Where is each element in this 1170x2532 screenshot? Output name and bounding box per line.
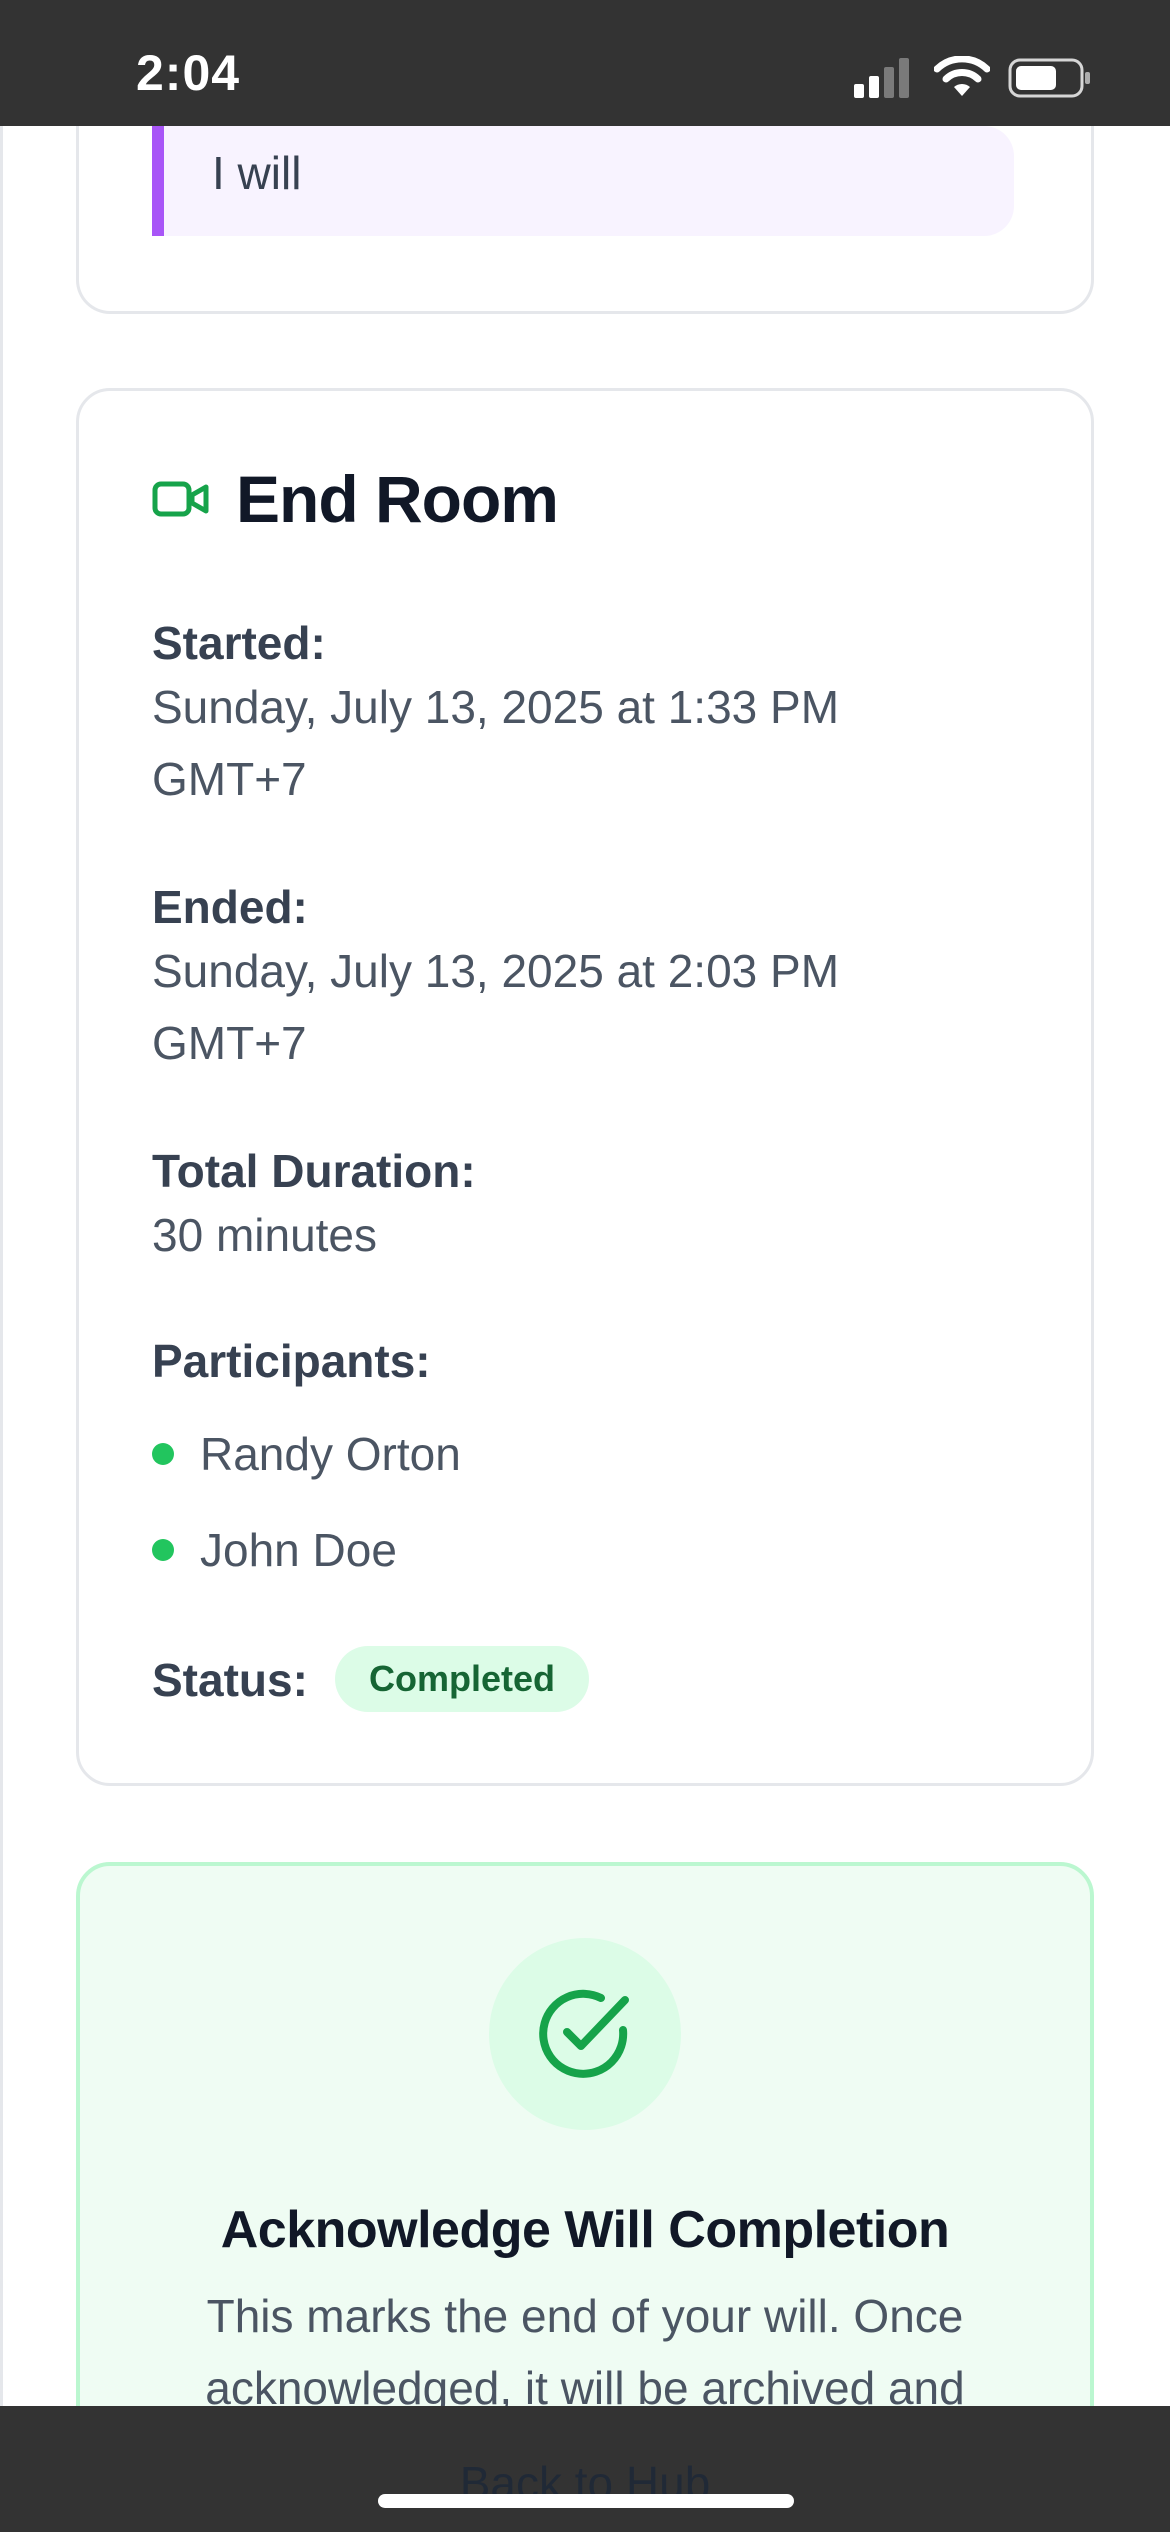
will-quote-text: I will: [212, 147, 302, 199]
status-badge: Completed: [335, 1646, 590, 1712]
participant-item: Randy Orton: [152, 1427, 461, 1481]
acknowledge-card: Acknowledge Will Completion This marks t…: [76, 1862, 1094, 2406]
participants-label: Participants:: [152, 1335, 431, 1387]
cellular-signal-icon: [854, 58, 909, 98]
acknowledge-title: Acknowledge Will Completion: [220, 2201, 950, 2259]
battery-icon: [1008, 58, 1090, 98]
home-indicator[interactable]: [378, 2494, 794, 2508]
status-time: 2:04: [136, 45, 241, 101]
will-quote: I will: [152, 126, 1014, 236]
check-circle-icon: [539, 1989, 629, 2078]
duration-label: Total Duration:: [152, 1145, 476, 1197]
started-label: Started:: [152, 617, 326, 669]
page-content: I will End Room Started: Sunday, July 13…: [0, 126, 1170, 2406]
status-bar: 2:04: [0, 0, 1170, 126]
participant-item: John Doe: [152, 1523, 397, 1577]
ended-value: Sunday, July 13, 2025 at 2:03 PM GMT+7: [152, 945, 840, 1069]
ended-label: Ended:: [152, 881, 308, 933]
end-room-header: End Room: [152, 459, 559, 539]
wifi-icon: [934, 56, 990, 96]
end-room-card: End Room Started: Sunday, July 13, 2025 …: [76, 388, 1094, 1786]
will-text-card: I will: [76, 126, 1094, 314]
duration-value: 30 minutes: [152, 1209, 378, 1261]
online-dot-icon: [152, 1443, 174, 1465]
status-label: Status:: [152, 1654, 308, 1706]
online-dot-icon: [152, 1539, 174, 1561]
end-room-title: End Room: [236, 462, 559, 536]
bottom-bar: Back to Hub: [0, 2406, 1170, 2532]
check-circle-badge: [489, 1938, 681, 2130]
started-value: Sunday, July 13, 2025 at 1:33 PM GMT+7: [152, 681, 840, 805]
video-camera-icon: [152, 481, 209, 517]
participant-name: Randy Orton: [200, 1428, 461, 1480]
acknowledge-body: This marks the end of your will. Once ac…: [205, 2290, 965, 2406]
participant-name: John Doe: [200, 1524, 397, 1576]
